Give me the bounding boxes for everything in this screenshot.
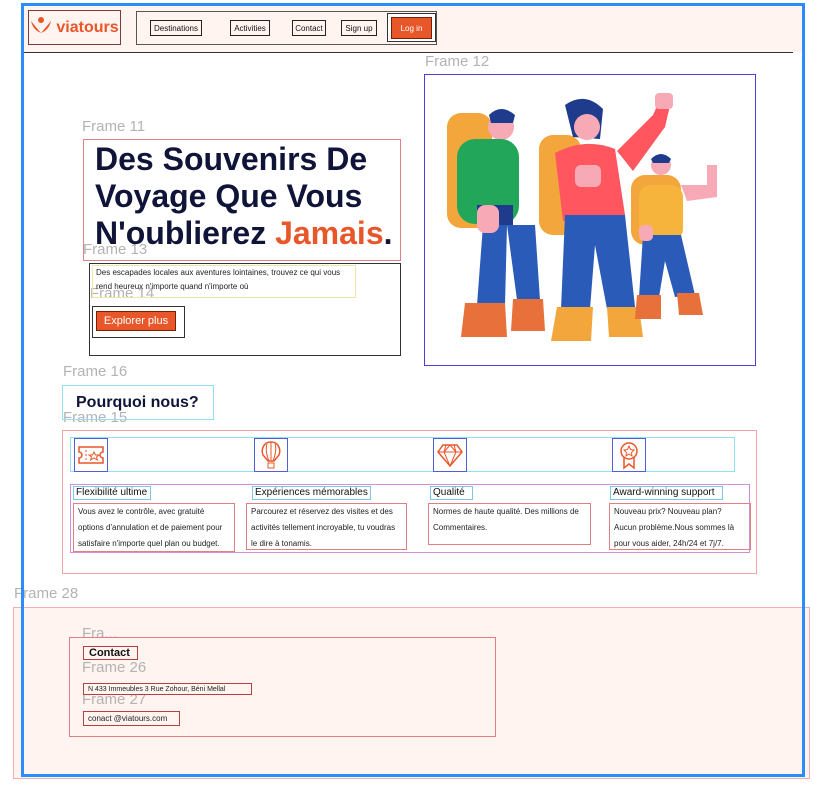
selection-outline (21, 3, 805, 777)
